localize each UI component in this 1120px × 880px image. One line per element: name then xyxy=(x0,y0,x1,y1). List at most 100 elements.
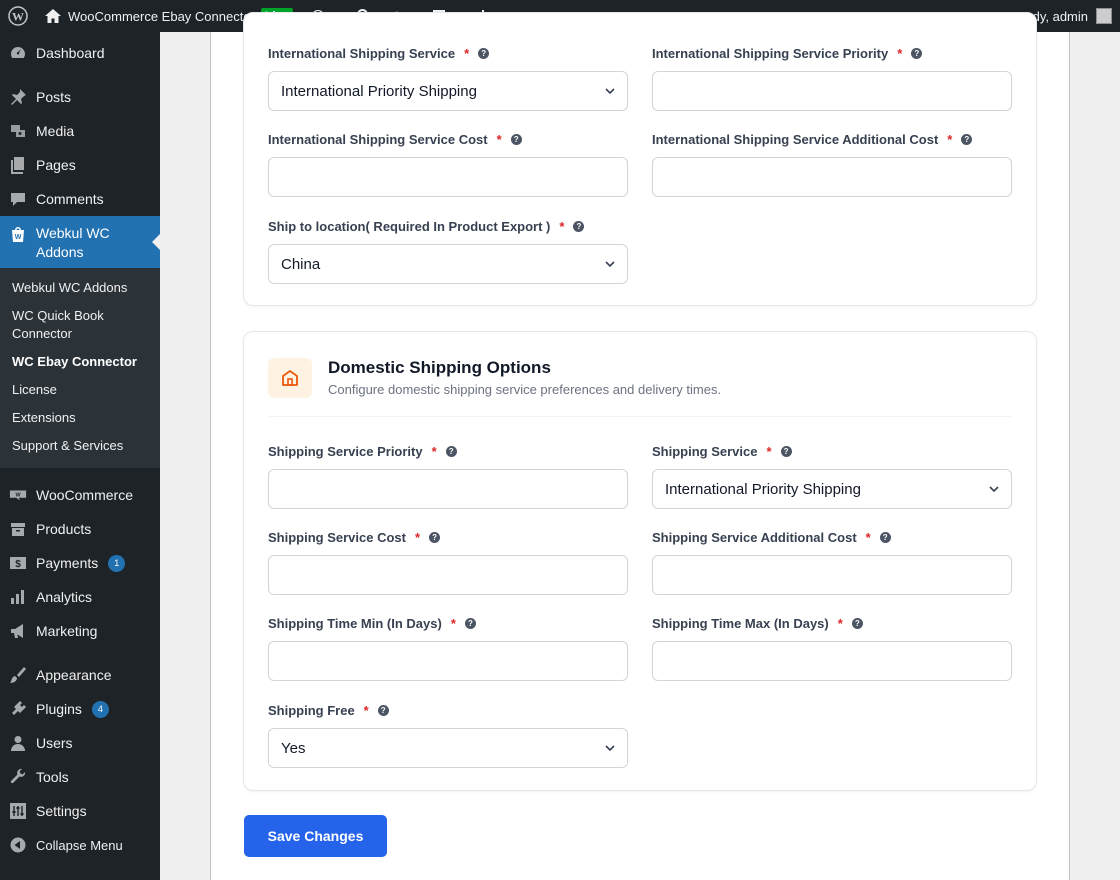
bar-chart-icon xyxy=(8,587,28,607)
collapse-menu-button[interactable]: Collapse Menu xyxy=(0,828,160,862)
shipping-service-select[interactable]: International Priority Shipping xyxy=(652,469,1012,509)
intl-service-value: International Priority Shipping xyxy=(281,82,477,100)
help-icon[interactable]: ? xyxy=(464,617,476,629)
ship-to-location-value: China xyxy=(281,255,321,273)
required-mark: * xyxy=(947,131,953,147)
paintbrush-icon xyxy=(8,665,28,685)
shipping-cost-input[interactable] xyxy=(268,555,628,595)
chevron-down-icon xyxy=(989,486,999,493)
home-icon xyxy=(45,9,61,23)
divider xyxy=(268,416,1012,417)
domestic-shipping-card: Domestic Shipping Options Configure dome… xyxy=(243,331,1037,791)
shipping-priority-input[interactable] xyxy=(268,469,628,509)
menu-products[interactable]: Products xyxy=(0,512,160,546)
menu-plugins[interactable]: Plugins 4 xyxy=(0,692,160,726)
help-icon[interactable]: ? xyxy=(911,47,923,59)
submenu-support-services[interactable]: Support & Services xyxy=(0,432,160,460)
site-name: WooCommerce Ebay Connector xyxy=(68,8,255,24)
menu-woocommerce-label: WooCommerce xyxy=(36,487,133,503)
help-icon[interactable]: ? xyxy=(780,445,792,457)
help-icon[interactable]: ? xyxy=(478,47,490,59)
shipping-time-min-field: Shipping Time Min (In Days) *? xyxy=(268,614,628,681)
shipping-free-select[interactable]: Yes xyxy=(268,728,628,768)
menu-woocommerce[interactable]: W WooCommerce xyxy=(0,478,160,512)
woocommerce-icon: W xyxy=(8,485,28,505)
menu-appearance[interactable]: Appearance xyxy=(0,658,160,692)
required-mark: * xyxy=(431,443,437,459)
menu-analytics[interactable]: Analytics xyxy=(0,580,160,614)
menu-media-label: Media xyxy=(36,123,75,139)
shipping-time-max-input[interactable] xyxy=(652,641,1012,681)
submenu-wc-quick-book-connector[interactable]: WC Quick Book Connector xyxy=(0,302,160,348)
help-icon[interactable]: ? xyxy=(573,220,585,232)
plugin-icon xyxy=(8,699,28,719)
shipping-cost-field: Shipping Service Cost *? xyxy=(268,528,628,595)
menu-dashboard[interactable]: Dashboard xyxy=(0,36,160,70)
shipping-time-min-input[interactable] xyxy=(268,641,628,681)
shipping-time-max-field: Shipping Time Max (In Days) *? xyxy=(652,614,1012,681)
collapse-icon xyxy=(8,835,28,855)
submenu-extensions[interactable]: Extensions xyxy=(0,404,160,432)
shipping-additional-cost-input[interactable] xyxy=(652,555,1012,595)
menu-payments[interactable]: $ Payments 1 xyxy=(0,546,160,580)
intl-additional-cost-field: International Shipping Service Additiona… xyxy=(652,130,1012,197)
collapse-menu-label: Collapse Menu xyxy=(36,837,123,853)
intl-additional-cost-input[interactable] xyxy=(652,157,1012,197)
menu-settings[interactable]: Settings xyxy=(0,794,160,828)
menu-comments[interactable]: Comments xyxy=(0,182,160,216)
intl-cost-label: International Shipping Service Cost xyxy=(268,131,488,147)
intl-cost-field: International Shipping Service Cost *? xyxy=(268,130,628,197)
intl-service-label: International Shipping Service xyxy=(268,45,456,61)
shipping-cost-label: Shipping Service Cost xyxy=(268,529,406,545)
help-icon[interactable]: ? xyxy=(510,133,522,145)
menu-appearance-label: Appearance xyxy=(36,667,112,683)
required-mark: * xyxy=(837,615,843,631)
required-mark: * xyxy=(865,529,871,545)
shipping-additional-cost-field: Shipping Service Additional Cost *? xyxy=(652,528,1012,595)
menu-products-label: Products xyxy=(36,521,92,537)
help-icon[interactable]: ? xyxy=(879,531,891,543)
ship-to-location-select[interactable]: China xyxy=(268,244,628,284)
submenu-wc-ebay-connector[interactable]: WC Ebay Connector xyxy=(0,348,160,376)
required-mark: * xyxy=(766,443,772,459)
payments-icon: $ xyxy=(8,553,28,573)
submenu-webkul-wc-addons[interactable]: Webkul WC Addons xyxy=(0,274,160,302)
submenu-license[interactable]: License xyxy=(0,376,160,404)
help-icon[interactable]: ? xyxy=(851,617,863,629)
intl-service-select[interactable]: International Priority Shipping xyxy=(268,71,628,111)
pin-icon xyxy=(8,87,28,107)
menu-marketing[interactable]: Marketing xyxy=(0,614,160,648)
shipping-time-min-label: Shipping Time Min (In Days) xyxy=(268,615,442,631)
menu-webkul-label: Webkul WC Addons xyxy=(36,225,110,260)
menu-media[interactable]: Media xyxy=(0,114,160,148)
save-changes-button[interactable]: Save Changes xyxy=(244,815,387,857)
help-icon[interactable]: ? xyxy=(961,133,973,145)
menu-dashboard-label: Dashboard xyxy=(36,45,105,61)
intl-priority-input[interactable] xyxy=(652,71,1012,111)
settings-sliders-icon xyxy=(8,801,28,821)
help-icon[interactable]: ? xyxy=(429,531,441,543)
admin-sidebar: Dashboard Posts Media Pages Comments W W… xyxy=(0,32,160,880)
menu-pages[interactable]: Pages xyxy=(0,148,160,182)
intl-additional-cost-label: International Shipping Service Additiona… xyxy=(652,131,939,147)
shipping-service-field: Shipping Service *? International Priorit… xyxy=(652,442,1012,509)
shipping-free-field: Shipping Free *? Yes xyxy=(268,701,628,768)
international-shipping-card: International Shipping Service *? Interna… xyxy=(243,12,1037,306)
wordpress-logo[interactable]: W xyxy=(0,0,36,32)
help-icon[interactable]: ? xyxy=(445,445,457,457)
payments-badge: 1 xyxy=(108,554,126,572)
plugins-badge: 4 xyxy=(91,700,109,718)
svg-text:$: $ xyxy=(15,559,21,570)
menu-users[interactable]: Users xyxy=(0,726,160,760)
menu-tools[interactable]: Tools xyxy=(0,760,160,794)
domestic-section-description: Configure domestic shipping service pref… xyxy=(328,382,722,397)
intl-cost-input[interactable] xyxy=(268,157,628,197)
shipping-service-label: Shipping Service xyxy=(652,443,758,459)
required-mark: * xyxy=(897,45,903,61)
help-icon[interactable]: ? xyxy=(377,704,389,716)
menu-webkul-wc-addons[interactable]: W Webkul WC Addons xyxy=(0,216,160,268)
comment-icon xyxy=(8,189,28,209)
wrench-icon xyxy=(8,767,28,787)
menu-posts[interactable]: Posts xyxy=(0,80,160,114)
required-mark: * xyxy=(450,615,456,631)
